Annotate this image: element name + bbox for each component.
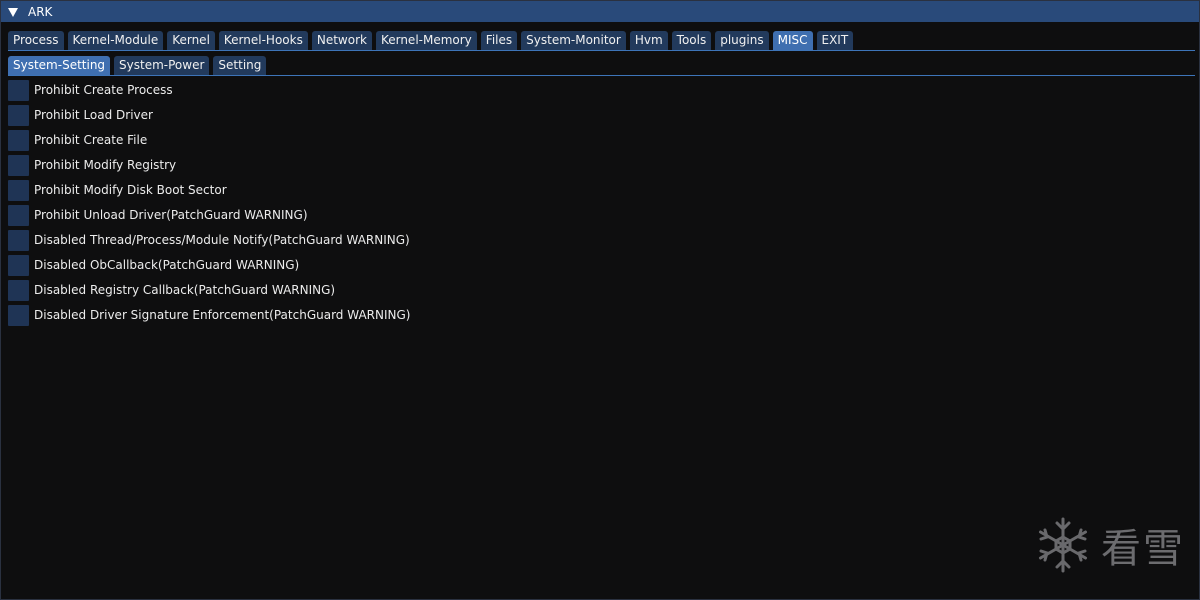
tab-kernel-hooks[interactable]: Kernel-Hooks: [218, 31, 308, 50]
sub-tab-bar: System-Setting System-Power Setting: [8, 56, 1195, 75]
tab-kernel-memory[interactable]: Kernel-Memory: [375, 31, 477, 50]
checkbox[interactable]: [8, 230, 29, 251]
option-label[interactable]: Prohibit Create Process: [34, 80, 173, 101]
tab-process[interactable]: Process: [8, 31, 64, 50]
option-disabled-obcallback: Disabled ObCallback(PatchGuard WARNING): [8, 255, 410, 280]
watermark-text: 看雪: [1101, 526, 1185, 572]
option-label[interactable]: Disabled ObCallback(PatchGuard WARNING): [34, 255, 299, 276]
checkbox[interactable]: [8, 180, 29, 201]
option-label[interactable]: Prohibit Modify Registry: [34, 155, 176, 176]
tab-setting[interactable]: Setting: [213, 56, 267, 75]
tab-system-setting[interactable]: System-Setting: [8, 56, 111, 75]
snowflake-icon: [1039, 517, 1087, 573]
checkbox[interactable]: [8, 255, 29, 276]
tab-kernel[interactable]: Kernel: [167, 31, 215, 50]
tab-system-power[interactable]: System-Power: [114, 56, 210, 75]
checkbox[interactable]: [8, 130, 29, 151]
option-prohibit-create-process: Prohibit Create Process: [8, 80, 410, 105]
window-title: ARK: [28, 4, 53, 19]
sub-tab-underline: [8, 75, 1195, 76]
option-label[interactable]: Disabled Driver Signature Enforcement(Pa…: [34, 305, 410, 326]
tab-tools[interactable]: Tools: [671, 31, 712, 50]
tab-misc[interactable]: MISC: [772, 31, 813, 50]
option-disabled-notify: Disabled Thread/Process/Module Notify(Pa…: [8, 230, 410, 255]
option-label[interactable]: Prohibit Create File: [34, 130, 147, 151]
tab-system-monitor[interactable]: System-Monitor: [521, 31, 626, 50]
option-prohibit-create-file: Prohibit Create File: [8, 130, 410, 155]
checkbox[interactable]: [8, 280, 29, 301]
option-prohibit-unload-driver: Prohibit Unload Driver(PatchGuard WARNIN…: [8, 205, 410, 230]
tab-exit[interactable]: EXIT: [816, 31, 854, 50]
main-tab-underline: [8, 50, 1195, 51]
option-label[interactable]: Disabled Thread/Process/Module Notify(Pa…: [34, 230, 410, 251]
option-prohibit-load-driver: Prohibit Load Driver: [8, 105, 410, 130]
checkbox[interactable]: [8, 105, 29, 126]
tab-kernel-module[interactable]: Kernel-Module: [67, 31, 164, 50]
ark-window: ARK Process Kernel-Module Kernel Kernel-…: [0, 0, 1200, 600]
option-prohibit-modify-disk-boot-sector: Prohibit Modify Disk Boot Sector: [8, 180, 410, 205]
option-disabled-dse: Disabled Driver Signature Enforcement(Pa…: [8, 305, 410, 330]
tab-plugins[interactable]: plugins: [715, 31, 769, 50]
option-label[interactable]: Prohibit Modify Disk Boot Sector: [34, 180, 227, 201]
checkbox[interactable]: [8, 205, 29, 226]
options-list: Prohibit Create Process Prohibit Load Dr…: [8, 80, 410, 330]
tab-hvm[interactable]: Hvm: [629, 31, 668, 50]
option-label[interactable]: Prohibit Unload Driver(PatchGuard WARNIN…: [34, 205, 308, 226]
checkbox[interactable]: [8, 80, 29, 101]
checkbox[interactable]: [8, 305, 29, 326]
option-disabled-registry-callback: Disabled Registry Callback(PatchGuard WA…: [8, 280, 410, 305]
tab-files[interactable]: Files: [480, 31, 518, 50]
option-label[interactable]: Prohibit Load Driver: [34, 105, 153, 126]
tab-network[interactable]: Network: [311, 31, 372, 50]
collapse-arrow-icon[interactable]: [8, 7, 18, 17]
title-bar[interactable]: ARK: [1, 1, 1199, 22]
watermark: 看雪: [1033, 515, 1185, 575]
checkbox[interactable]: [8, 155, 29, 176]
option-prohibit-modify-registry: Prohibit Modify Registry: [8, 155, 410, 180]
option-label[interactable]: Disabled Registry Callback(PatchGuard WA…: [34, 280, 335, 301]
main-tab-bar: Process Kernel-Module Kernel Kernel-Hook…: [8, 31, 1195, 50]
